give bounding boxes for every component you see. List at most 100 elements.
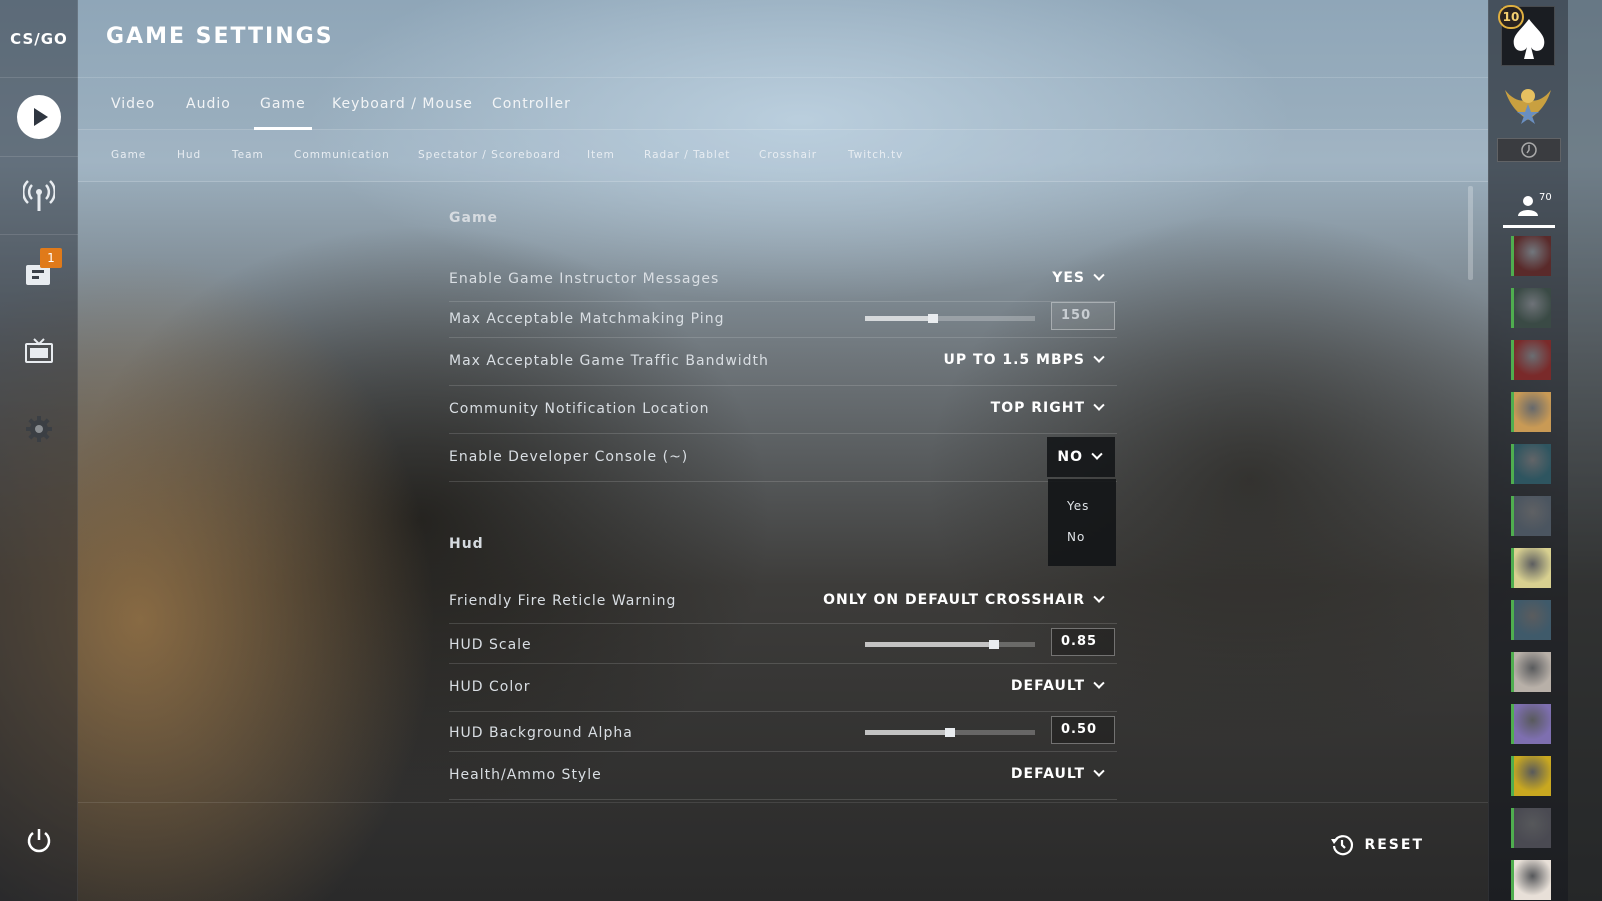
subtab-item[interactable]: Item bbox=[587, 149, 615, 161]
subtab-game[interactable]: Game bbox=[111, 149, 146, 161]
subtab-spectator-scoreboard[interactable]: Spectator / Scoreboard bbox=[418, 149, 561, 161]
friend-avatar[interactable] bbox=[1511, 704, 1551, 744]
time-button[interactable] bbox=[1497, 138, 1561, 162]
tab-keyboard-mouse[interactable]: Keyboard / Mouse bbox=[332, 96, 473, 112]
tab-audio[interactable]: Audio bbox=[186, 96, 231, 112]
setting-label: HUD Color bbox=[449, 679, 531, 695]
friend-avatar[interactable] bbox=[1511, 392, 1551, 432]
dropdown-value: NO bbox=[1057, 449, 1083, 465]
hud-scale-slider[interactable] bbox=[865, 640, 1035, 649]
left-nav: CS/GO 1 bbox=[0, 0, 78, 901]
subtab-twitch[interactable]: Twitch.tv bbox=[848, 149, 903, 161]
play-button[interactable] bbox=[0, 78, 78, 156]
menu-item-yes[interactable]: Yes bbox=[1067, 499, 1089, 513]
slider-thumb[interactable] bbox=[945, 728, 955, 737]
reset-button[interactable]: RESET bbox=[1330, 833, 1424, 857]
friend-avatar[interactable] bbox=[1511, 600, 1551, 640]
power-button[interactable] bbox=[0, 802, 78, 880]
setting-label: Health/Ammo Style bbox=[449, 767, 602, 783]
friend-avatar[interactable] bbox=[1511, 652, 1551, 692]
hud-alpha-input[interactable]: 0.50 bbox=[1051, 716, 1115, 744]
friend-avatar[interactable] bbox=[1511, 444, 1551, 484]
eagle-rank-icon bbox=[1505, 89, 1551, 124]
setting-dropdown[interactable]: TOP RIGHT bbox=[991, 399, 1105, 416]
rank-card[interactable]: 10 bbox=[1498, 5, 1555, 66]
friend-avatar[interactable] bbox=[1511, 808, 1551, 848]
power-icon bbox=[27, 829, 51, 853]
tv-button[interactable] bbox=[0, 312, 78, 390]
setting-row: Enable Game Instructor Messages YES bbox=[449, 258, 1117, 302]
subtab-radar-tablet[interactable]: Radar / Tablet bbox=[644, 149, 730, 161]
setting-row: Friendly Fire Reticle Warning ONLY ON DE… bbox=[449, 580, 1117, 624]
subtab-hud[interactable]: Hud bbox=[177, 149, 201, 161]
chevron-down-icon bbox=[1093, 351, 1105, 363]
setting-dropdown[interactable]: UP TO 1.5 MBPS bbox=[944, 351, 1105, 368]
setting-label: Enable Developer Console (~) bbox=[449, 449, 689, 465]
clock-icon bbox=[1521, 142, 1537, 158]
friend-avatar[interactable] bbox=[1511, 496, 1551, 536]
hud-alpha-slider[interactable] bbox=[865, 728, 1035, 737]
ping-value-input[interactable]: 150 bbox=[1051, 302, 1115, 330]
rank-emblem[interactable] bbox=[1501, 80, 1555, 126]
dropdown-value: DEFAULT bbox=[1010, 766, 1085, 782]
scrollbar[interactable] bbox=[1468, 186, 1473, 280]
setting-dropdown[interactable]: YES bbox=[1052, 269, 1105, 286]
dropdown-value: DEFAULT bbox=[1010, 678, 1085, 694]
csgo-logo[interactable]: CS/GO bbox=[0, 0, 78, 78]
settings-button[interactable] bbox=[0, 390, 78, 468]
right-panel: 10 70 bbox=[1488, 0, 1568, 901]
menu-item-no[interactable]: No bbox=[1067, 530, 1085, 544]
setting-dropdown[interactable]: DEFAULT bbox=[1010, 677, 1105, 694]
header: GAME SETTINGS bbox=[78, 0, 1488, 78]
setting-label: HUD Scale bbox=[449, 637, 532, 653]
setting-row: Community Notification Location TOP RIGH… bbox=[449, 386, 1117, 434]
reset-label: RESET bbox=[1364, 837, 1424, 853]
setting-dropdown[interactable]: DEFAULT bbox=[1010, 765, 1105, 782]
setting-row: Max Acceptable Game Traffic Bandwidth UP… bbox=[449, 338, 1117, 386]
person-icon bbox=[1518, 196, 1538, 216]
subtab-crosshair[interactable]: Crosshair bbox=[759, 149, 817, 161]
chevron-down-icon bbox=[1093, 765, 1105, 777]
antenna-icon bbox=[23, 180, 55, 211]
chevron-down-icon bbox=[1093, 591, 1105, 603]
level-badge: 10 bbox=[1498, 5, 1524, 29]
friends-count-value: 70 bbox=[1539, 192, 1552, 203]
setting-label: Community Notification Location bbox=[449, 401, 710, 417]
setting-label: Max Acceptable Matchmaking Ping bbox=[449, 311, 725, 327]
sub-tabs: Game Hud Team Communication Spectator / … bbox=[78, 130, 1488, 182]
slider-thumb[interactable] bbox=[989, 640, 1000, 649]
setting-label: Friendly Fire Reticle Warning bbox=[449, 593, 677, 609]
setting-row: Max Acceptable Matchmaking Ping 150 bbox=[449, 298, 1117, 338]
setting-label: Max Acceptable Game Traffic Bandwidth bbox=[449, 353, 769, 369]
friend-avatar[interactable] bbox=[1511, 860, 1551, 900]
slider-thumb[interactable] bbox=[928, 314, 938, 323]
page-title: GAME SETTINGS bbox=[106, 24, 334, 49]
setting-dropdown[interactable]: ONLY ON DEFAULT CROSSHAIR bbox=[823, 591, 1105, 608]
setting-dropdown-open[interactable]: NO bbox=[1047, 437, 1115, 477]
setting-row: Health/Ammo Style DEFAULT bbox=[449, 752, 1117, 800]
hud-scale-input[interactable]: 0.85 bbox=[1051, 628, 1115, 656]
setting-label: HUD Background Alpha bbox=[449, 725, 633, 741]
friend-avatar[interactable] bbox=[1511, 288, 1551, 328]
bottom-bar: RESET bbox=[78, 802, 1488, 901]
friend-avatar[interactable] bbox=[1511, 548, 1551, 588]
dropdown-value: YES bbox=[1052, 270, 1085, 286]
friend-avatar[interactable] bbox=[1511, 340, 1551, 380]
subtab-team[interactable]: Team bbox=[232, 149, 264, 161]
right-edge bbox=[1568, 0, 1602, 901]
friend-avatar[interactable] bbox=[1511, 756, 1551, 796]
tab-game[interactable]: Game bbox=[254, 96, 312, 130]
subtab-communication[interactable]: Communication bbox=[294, 149, 390, 161]
friend-avatar[interactable] bbox=[1511, 236, 1551, 276]
ping-slider[interactable] bbox=[865, 314, 1035, 323]
friends-count[interactable]: 70 bbox=[1503, 190, 1555, 228]
watch-button[interactable] bbox=[0, 156, 78, 234]
logo-text: CS/GO bbox=[10, 29, 68, 48]
inventory-button[interactable]: 1 bbox=[0, 234, 78, 312]
chevron-down-icon bbox=[1093, 677, 1105, 689]
tab-video[interactable]: Video bbox=[111, 96, 155, 112]
setting-row: Enable Developer Console (~) NO bbox=[449, 434, 1117, 482]
tab-controller[interactable]: Controller bbox=[492, 96, 571, 112]
setting-label: Enable Game Instructor Messages bbox=[449, 271, 720, 287]
dropdown-menu: Yes No bbox=[1048, 479, 1116, 566]
